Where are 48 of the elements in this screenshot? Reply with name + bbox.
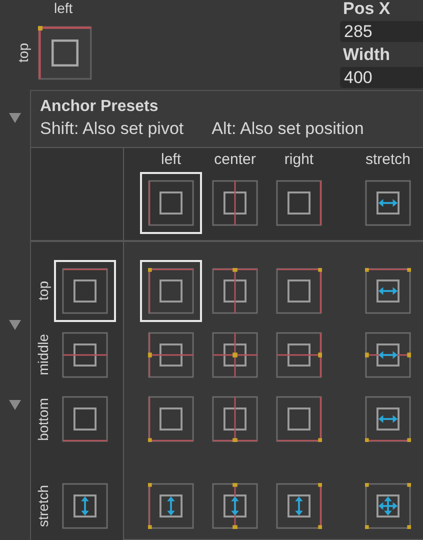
anchor-preset-icon xyxy=(62,483,108,529)
number-field[interactable]: 285 xyxy=(340,21,423,42)
row-label: top xyxy=(34,281,51,301)
anchor-preset-button[interactable] xyxy=(140,260,202,322)
anchor-preset-icon xyxy=(276,180,322,226)
field-label: Width xyxy=(342,46,392,64)
anchor-preset-icon xyxy=(365,180,411,226)
row-label: middle xyxy=(34,334,51,376)
anchor-preset-icon[interactable] xyxy=(38,26,92,80)
field-label: Pos X xyxy=(342,0,392,18)
anchor-preset-icon xyxy=(365,332,411,378)
hint-text: Shift: Also set pivot xyxy=(40,119,184,139)
anchor-preset-icon xyxy=(212,483,258,529)
anchor-preset-icon xyxy=(365,483,411,529)
anchor-preset-icon xyxy=(212,396,258,442)
anchor-preset-icon xyxy=(148,332,194,378)
column-label: center xyxy=(214,151,256,169)
foldout-arrow-icon[interactable] xyxy=(9,399,21,411)
anchor-preset-icon xyxy=(148,180,194,226)
row-label: stretch xyxy=(34,484,51,527)
column-label: stretch xyxy=(365,151,410,169)
anchor-preset-icon xyxy=(365,268,411,314)
anchor-preset-icon xyxy=(148,396,194,442)
anchor-preset-icon xyxy=(212,332,258,378)
anchor-preset-icon xyxy=(62,332,108,378)
anchor-preset-icon xyxy=(212,268,258,314)
column-label: left xyxy=(160,151,181,169)
anchor-preset-icon xyxy=(62,268,108,314)
anchor-preset-icon xyxy=(276,332,322,378)
anchor-preset-icon xyxy=(148,483,194,529)
anchor-preset-icon xyxy=(276,268,322,314)
anchor-preset-icon xyxy=(212,180,258,226)
anchor-label: left xyxy=(54,0,74,16)
hint-text: Alt: Also set position xyxy=(212,119,364,139)
number-field[interactable]: 400 xyxy=(340,67,423,88)
anchor-preset-icon xyxy=(276,483,322,529)
column-label: right xyxy=(284,151,314,169)
anchor-preset-button[interactable] xyxy=(54,260,116,322)
foldout-arrow-icon[interactable] xyxy=(9,112,21,124)
row-label: bottom xyxy=(34,398,51,440)
anchor-preset-icon xyxy=(365,396,411,442)
anchor-preset-icon xyxy=(62,396,108,442)
anchor-preset-icon xyxy=(148,268,194,314)
anchor-preset-icon xyxy=(276,396,322,442)
anchor-label: top xyxy=(15,43,31,63)
anchor-preset-button[interactable] xyxy=(140,172,202,234)
popup-title: Anchor Presets xyxy=(40,97,160,117)
foldout-arrow-icon[interactable] xyxy=(9,319,21,331)
